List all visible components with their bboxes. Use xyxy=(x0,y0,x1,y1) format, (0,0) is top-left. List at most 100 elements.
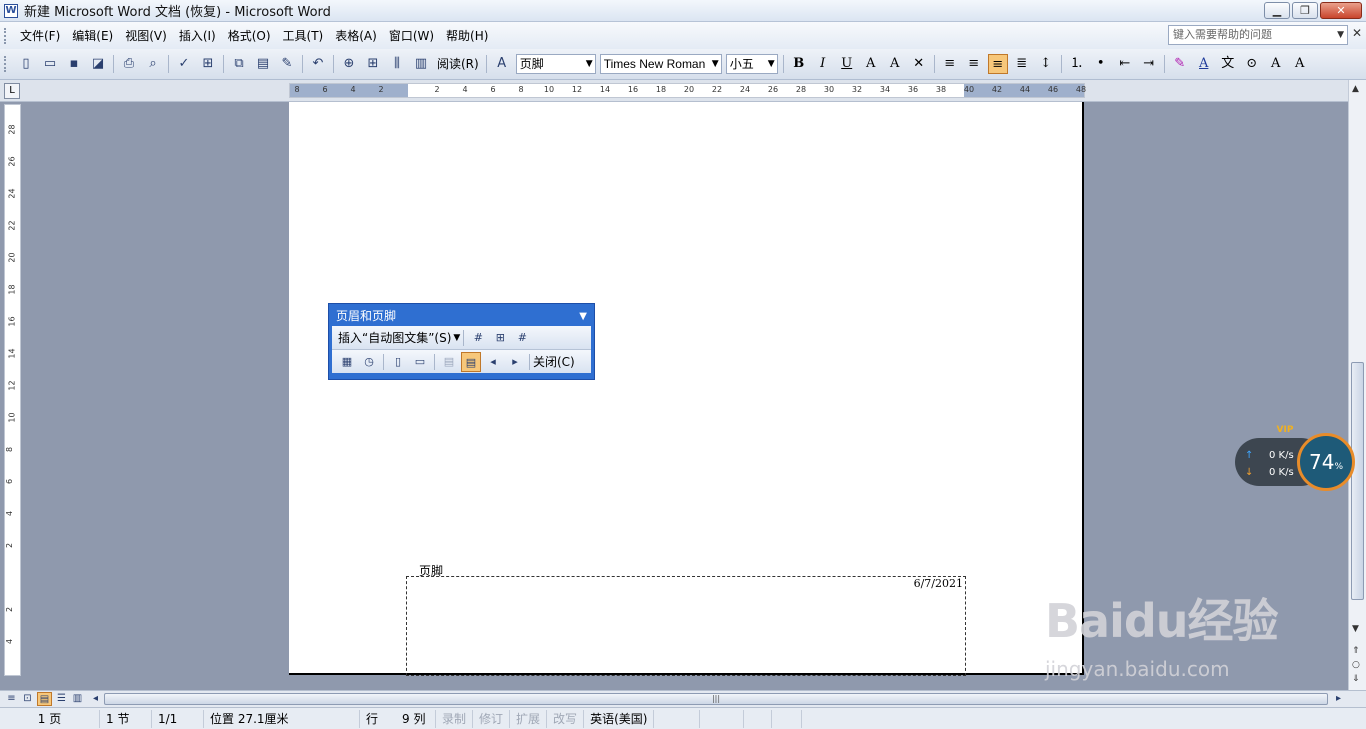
scroll-down-icon[interactable]: ▼ xyxy=(1352,624,1359,634)
status-record[interactable]: 录制 xyxy=(436,709,474,728)
columns-icon[interactable]: ⫼ xyxy=(387,54,407,74)
insert-page-number-icon[interactable]: # xyxy=(468,328,488,348)
vertical-ruler[interactable]: 28 26 24 22 20 18 16 14 12 10 8 6 4 2 2 4 xyxy=(4,104,21,676)
menu-table[interactable]: 表格(A) xyxy=(329,26,383,46)
toolbar-grip[interactable] xyxy=(4,56,8,72)
restore-button[interactable]: ❐ xyxy=(1292,2,1318,19)
menu-file[interactable]: 文件(F) xyxy=(14,26,66,46)
font-size-select[interactable]: 小五 ▼ xyxy=(725,54,778,74)
menu-edit[interactable]: 编辑(E) xyxy=(66,26,119,46)
distributed-icon[interactable]: ≣ xyxy=(1012,54,1032,74)
header-footer-toolbar[interactable]: 页眉和页脚 ▼ 插入“自动图文集”(S) ▼ # ⊞ # ▦ ◷ ▯ ▭ ▤ ▤… xyxy=(328,303,595,380)
normal-view-icon[interactable]: ≡ xyxy=(4,692,19,706)
horizontal-ruler[interactable]: 8 6 4 2 2 4 6 8 10 12 14 16 18 20 22 24 26 28 30 32 34 36 38 40… xyxy=(289,83,1086,98)
show-hide-text-icon[interactable]: ▭ xyxy=(410,352,430,372)
toolbar-options-icon[interactable]: ▼ xyxy=(579,307,587,326)
phonetic-guide-icon[interactable]: 文 xyxy=(1218,54,1238,74)
print-layout-icon[interactable]: ▤ xyxy=(37,692,52,706)
help-search-input[interactable]: 键入需要帮助的问题 ▼ xyxy=(1168,25,1348,45)
menu-format[interactable]: 格式(O) xyxy=(222,26,277,46)
scroll-right-icon[interactable]: ▸ xyxy=(1331,692,1346,706)
reading-layout-icon[interactable]: ▥ xyxy=(70,692,85,706)
insert-time-icon[interactable]: ◷ xyxy=(359,352,379,372)
chevron-down-icon[interactable]: ▼ xyxy=(586,55,593,73)
research-icon[interactable]: ⊞ xyxy=(198,54,218,74)
same-as-previous-icon[interactable]: ▤ xyxy=(439,352,459,372)
italic-icon[interactable]: I xyxy=(813,54,833,74)
permission-icon[interactable]: ◪ xyxy=(88,54,108,74)
help-dropdown-icon[interactable]: ▼ xyxy=(1337,26,1344,44)
vertical-scroll-thumb[interactable] xyxy=(1351,362,1364,600)
insert-page-count-icon[interactable]: ⊞ xyxy=(490,328,510,348)
select-browse-object-icon[interactable]: ○ xyxy=(1352,660,1360,670)
read-mode-button[interactable]: 阅读(R) xyxy=(433,54,483,74)
web-view-icon[interactable]: ⊡ xyxy=(20,692,35,706)
close-hf-button[interactable]: 关闭(C) xyxy=(533,353,575,370)
chevron-down-icon[interactable]: ▼ xyxy=(453,333,460,343)
decrease-indent-icon[interactable]: ⇤ xyxy=(1115,54,1135,74)
save-icon[interactable]: ▪ xyxy=(64,54,84,74)
format-page-number-icon[interactable]: # xyxy=(512,328,532,348)
char-shading-icon[interactable]: A xyxy=(885,54,905,74)
underline-icon[interactable]: U xyxy=(837,54,857,74)
open-folder-icon[interactable]: ▭ xyxy=(40,54,60,74)
enclose-char-icon[interactable]: ⊙ xyxy=(1242,54,1262,74)
show-next-icon[interactable]: ▸ xyxy=(505,352,525,372)
chevron-down-icon[interactable]: ▼ xyxy=(768,55,775,73)
scroll-up-icon[interactable]: ▲ xyxy=(1352,84,1359,94)
format-painter-icon[interactable]: ✎ xyxy=(277,54,297,74)
menu-window[interactable]: 窗口(W) xyxy=(383,26,440,46)
copy-icon[interactable]: ⧉ xyxy=(229,54,249,74)
footer-area[interactable]: 6/7/2021 xyxy=(406,576,966,676)
font-color-icon[interactable]: A xyxy=(1194,54,1214,74)
previous-page-icon[interactable]: ⇑ xyxy=(1352,646,1360,656)
menu-help[interactable]: 帮助(H) xyxy=(440,26,494,46)
outline-view-icon[interactable]: ☰ xyxy=(54,692,69,706)
grow-font-icon[interactable]: A xyxy=(1266,54,1286,74)
hf-toolbar-title[interactable]: 页眉和页脚 ▼ xyxy=(332,307,591,326)
paste-icon[interactable]: ▤ xyxy=(253,54,273,74)
bullets-icon[interactable]: • xyxy=(1091,54,1111,74)
chevron-down-icon[interactable]: ▼ xyxy=(712,55,719,73)
menu-insert[interactable]: 插入(I) xyxy=(173,26,222,46)
status-overwrite[interactable]: 改写 xyxy=(547,709,585,728)
print-preview-icon[interactable]: ⌕ xyxy=(143,54,163,74)
print-icon[interactable]: ⎙ xyxy=(119,54,139,74)
undo-icon[interactable]: ↶ xyxy=(308,54,328,74)
line-spacing-icon[interactable]: ↕ xyxy=(1036,54,1056,74)
close-window-button[interactable]: ✕ xyxy=(1320,2,1362,19)
new-document-icon[interactable]: ▯ xyxy=(16,54,36,74)
memory-usage-gauge[interactable]: 74% xyxy=(1297,433,1355,491)
switch-header-footer-icon[interactable]: ▤ xyxy=(461,351,481,372)
styles-pane-icon[interactable]: A xyxy=(492,54,512,74)
shrink-font-icon[interactable]: A xyxy=(1290,54,1310,74)
hyperlink-icon[interactable]: ⊕ xyxy=(339,54,359,74)
increase-indent-icon[interactable]: ⇥ xyxy=(1139,54,1159,74)
next-page-icon[interactable]: ⇓ xyxy=(1352,674,1360,684)
insert-table-icon[interactable]: ⊞ xyxy=(363,54,383,74)
document-close-icon[interactable]: ✕ xyxy=(1352,26,1362,40)
bold-icon[interactable]: B xyxy=(789,54,809,74)
status-revise[interactable]: 修订 xyxy=(473,709,511,728)
insert-date-icon[interactable]: ▦ xyxy=(337,352,357,372)
menu-view[interactable]: 视图(V) xyxy=(119,26,173,46)
word-app-icon[interactable]: W xyxy=(4,3,18,18)
font-select[interactable]: Times New Roman ▼ xyxy=(599,54,722,74)
status-language[interactable]: 英语(美国) xyxy=(584,709,655,728)
page-setup-icon[interactable]: ▯ xyxy=(388,352,408,372)
page[interactable]: 页脚 6/7/2021 xyxy=(289,102,1084,676)
align-left-icon[interactable]: ≡ xyxy=(940,54,960,74)
tab-selector-icon[interactable]: L xyxy=(4,83,20,99)
menu-tools[interactable]: 工具(T) xyxy=(277,26,330,46)
show-previous-icon[interactable]: ◂ xyxy=(483,352,503,372)
align-right-icon[interactable]: ≡ xyxy=(987,54,1008,74)
status-extend[interactable]: 扩展 xyxy=(510,709,548,728)
numbering-icon[interactable]: ⒈ xyxy=(1067,54,1087,74)
insert-autotext-button[interactable]: 插入“自动图文集”(S) xyxy=(338,329,451,346)
menu-grip[interactable] xyxy=(4,27,8,44)
scroll-left-icon[interactable]: ◂ xyxy=(88,692,103,706)
char-scale-icon[interactable]: ✕ xyxy=(909,54,929,74)
style-select[interactable]: 页脚 ▼ xyxy=(515,54,596,74)
align-center-icon[interactable]: ≡ xyxy=(964,54,984,74)
read-mode-icon[interactable]: ▥ xyxy=(411,54,431,74)
